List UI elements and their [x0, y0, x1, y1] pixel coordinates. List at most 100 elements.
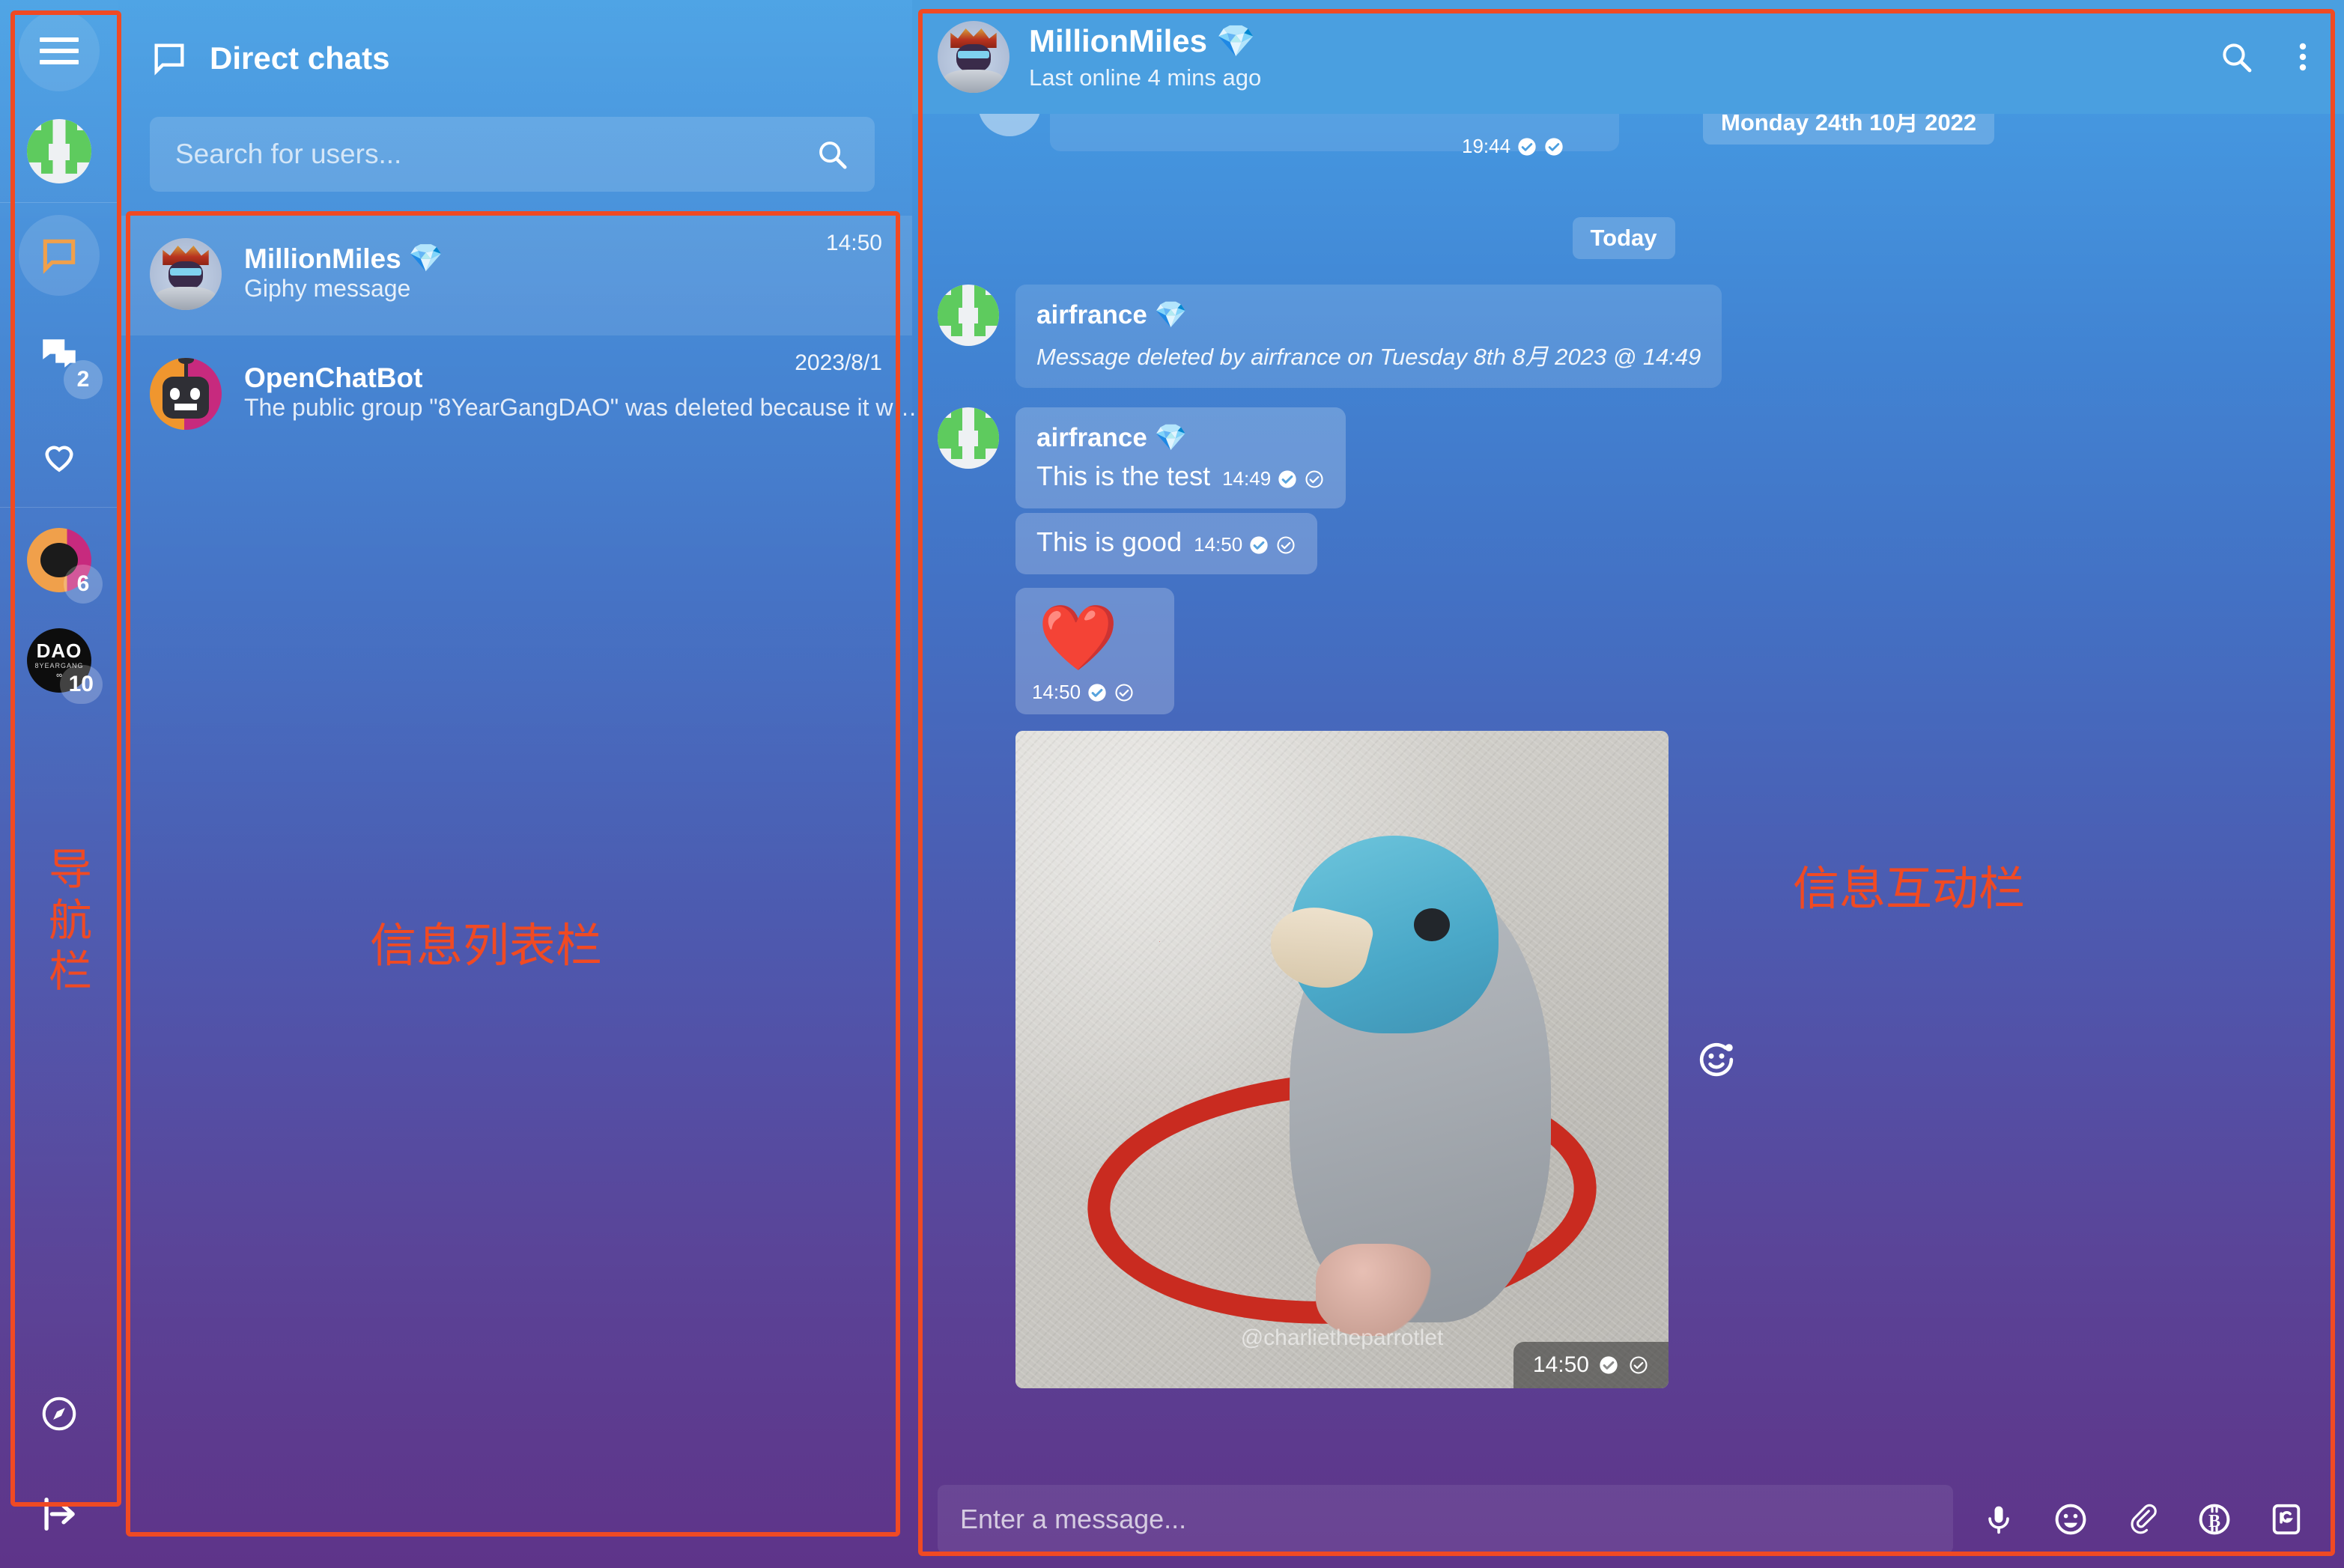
date-divider: Today	[1572, 217, 1675, 259]
diamond-icon: 💎	[1154, 300, 1188, 329]
conversation-header-actions	[2218, 39, 2310, 75]
message-meta: 14:49	[1222, 467, 1325, 490]
avatar	[978, 114, 1041, 136]
page-title: Direct chats	[210, 40, 390, 76]
sidebar-item-community-openchat[interactable]: 6	[19, 520, 103, 604]
list-item-time: 2023/8/1	[795, 350, 882, 375]
search-wrapper: Search for users...	[118, 117, 912, 192]
nav-divider-1	[0, 202, 118, 203]
message-meta: 14:50	[1194, 533, 1296, 556]
message-time: 14:50	[1194, 533, 1243, 556]
user-avatar	[27, 119, 91, 183]
tick-delivered-icon	[1600, 1356, 1618, 1374]
message-author-row: airfrance 💎	[1036, 300, 1701, 330]
list-item[interactable]: 2023/8/1 OpenChatBot The public group "8…	[118, 335, 917, 455]
message-meta: 14:50	[1032, 681, 1135, 704]
tick-delivered-icon	[1518, 137, 1536, 156]
message-image-frame[interactable]: @charlietheparrotlet 14:50	[1015, 731, 1669, 1388]
giphy-icon[interactable]	[2266, 1499, 2307, 1540]
message-time: 14:49	[1222, 467, 1272, 490]
chat-bubble-icon	[43, 239, 76, 274]
date-divider: Monday 24th 10月 2022	[1703, 114, 1995, 145]
diamond-icon: 💎	[408, 243, 443, 273]
chat-list-panel: Direct chats Search for users... 14:50 M…	[118, 0, 917, 1568]
conversation-title: MillionMiles	[1029, 23, 1208, 58]
heart-emoji: ❤️	[1038, 602, 1119, 674]
chat-list-header: Direct chats	[118, 0, 912, 117]
sidebar-item-favourites[interactable]	[19, 416, 100, 496]
message-author-row: airfrance 💎	[1036, 422, 1325, 453]
list-item-name-row: MillionMiles 💎	[244, 243, 878, 275]
conversation-panel: MillionMiles 💎 Last online 4 mins ago 19…	[912, 0, 2344, 1568]
badge-community-openchat: 6	[64, 565, 103, 604]
badge-groups: 2	[64, 360, 103, 399]
tick-read-icon	[1545, 137, 1563, 156]
list-item-name: MillionMiles	[244, 243, 401, 274]
message-text: This is good 14:50	[1015, 513, 2310, 574]
message-scroll-area[interactable]: 19:44 Monday 24th 10月 2022 Today airfran…	[912, 114, 2344, 1471]
message-time: 19:44	[1462, 135, 1511, 157]
list-item-body: OpenChatBot The public group "8YearGangD…	[244, 358, 917, 430]
search-input[interactable]: Search for users...	[150, 117, 875, 192]
diamond-icon: 💎	[1154, 423, 1188, 452]
svg-text:B: B	[2208, 1512, 2220, 1531]
list-item-preview: Giphy message	[244, 275, 411, 302]
message-text: airfrance 💎 This is the test 14:49	[938, 407, 2310, 508]
king-avatar	[150, 238, 222, 310]
bitcoin-icon[interactable]: B	[2194, 1499, 2235, 1540]
conversation-title-row: MillionMiles 💎	[1029, 23, 2199, 60]
message-text-row: This is good 14:50	[1036, 526, 1296, 558]
avatar	[938, 407, 999, 469]
bot-avatar	[150, 358, 222, 430]
message-deleted: airfrance 💎 Message deleted by airfrance…	[938, 285, 2310, 388]
message-bubble[interactable]: airfrance 💎 This is the test 14:49	[1015, 407, 1346, 508]
sidebar-item-menu[interactable]	[19, 10, 100, 91]
search-icon[interactable]	[2218, 39, 2254, 75]
compass-icon	[42, 1397, 76, 1431]
badge-community-dao: 10	[59, 665, 103, 704]
diamond-icon: 💎	[1216, 22, 1256, 58]
collapse-arrow-icon	[44, 1498, 75, 1531]
message-body: This is the test	[1036, 461, 1211, 491]
more-vertical-icon[interactable]	[2296, 39, 2310, 75]
sidebar-item-community-dao[interactable]: DAO 8YEARGANG ∞ 10	[19, 620, 103, 704]
microphone-icon[interactable]	[1979, 1499, 2019, 1540]
tick-read-icon	[1630, 1356, 1648, 1374]
conversation-status: Last online 4 mins ago	[1029, 64, 1262, 91]
previous-message-partial: 19:44 Monday 24th 10月 2022	[938, 114, 2310, 198]
navigation-rail: 2 6 DAO 8YEARGANG ∞ 10	[0, 0, 118, 1568]
message-time: 14:50	[1532, 1352, 1589, 1377]
message-bubble[interactable]: This is good 14:50	[1015, 513, 1318, 574]
chat-bubble-icon	[154, 43, 184, 76]
dao-avatar-line1: DAO	[36, 639, 82, 662]
sidebar-item-explore[interactable]	[19, 1373, 100, 1454]
list-item[interactable]: 14:50 MillionMiles 💎 Giphy message	[118, 216, 912, 335]
list-item-time: 14:50	[825, 231, 882, 255]
sidebar-item-direct-chats[interactable]	[19, 215, 100, 296]
sidebar-item-profile[interactable]	[19, 111, 100, 192]
nav-divider-2	[0, 507, 118, 508]
openchat-app: 2 6 DAO 8YEARGANG ∞ 10 Direct chats Sear…	[0, 0, 2344, 1568]
message-input[interactable]: Enter a message...	[938, 1485, 1953, 1554]
emoji-icon[interactable]	[2050, 1499, 2091, 1540]
message-composer: Enter a message... B	[912, 1471, 2344, 1568]
paperclip-icon[interactable]	[2122, 1499, 2163, 1540]
tick-read-icon	[1115, 683, 1133, 702]
list-item-name-row: OpenChatBot	[244, 362, 878, 394]
sidebar-item-groups[interactable]: 2	[19, 315, 103, 399]
tick-read-icon	[1305, 470, 1323, 488]
search-icon[interactable]	[815, 137, 849, 171]
message-deleted-text: Message deleted by airfrance on Tuesday …	[1036, 344, 1701, 370]
add-reaction-icon[interactable]	[1695, 1039, 1737, 1081]
avatar[interactable]	[938, 21, 1009, 93]
sidebar-item-collapse[interactable]	[19, 1474, 100, 1555]
tick-delivered-icon	[1088, 683, 1106, 702]
hamburger-icon	[40, 37, 79, 64]
message-input-placeholder: Enter a message...	[960, 1504, 1187, 1534]
message-bubble[interactable]: ❤️ 14:50	[1015, 588, 1174, 714]
message-bubble[interactable]: airfrance 💎 Message deleted by airfrance…	[1015, 285, 1722, 388]
message-emoji: ❤️ 14:50	[1015, 588, 2310, 714]
chat-list-items: 14:50 MillionMiles 💎 Giphy message 2023/…	[118, 216, 917, 455]
tick-delivered-icon	[1250, 535, 1268, 554]
date-divider-row: Today	[938, 217, 2310, 259]
